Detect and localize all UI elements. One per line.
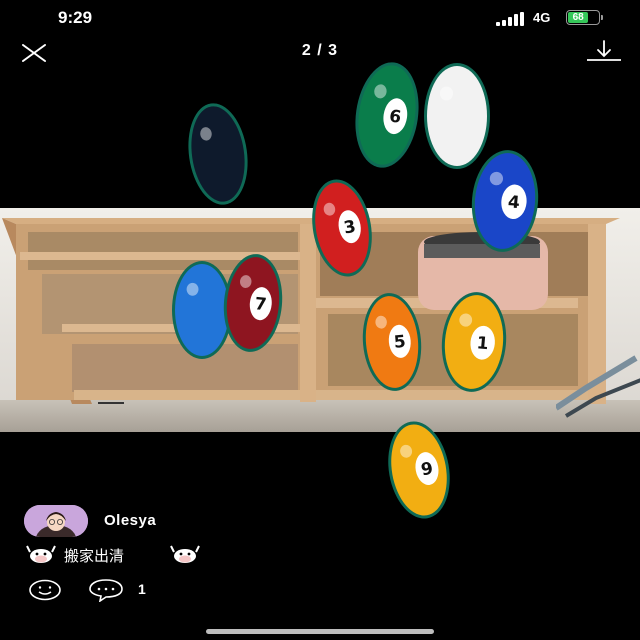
caption-text: 搬家出清 [64,548,125,565]
ball-number: 9 [420,459,435,481]
caption: 搬家出清 [26,543,326,565]
comment-icon[interactable] [88,578,124,602]
avatar[interactable] [24,505,88,537]
avatar-image [24,505,88,537]
download-icon [587,40,621,61]
battery-tip [601,15,603,20]
billiard-ball: 9 [388,421,450,519]
author-name[interactable]: Olesya [104,512,156,529]
network-type: 4G [533,10,551,25]
viewer-top-bar: 2 / 3 [0,36,640,70]
post-actions: 1 [26,575,226,603]
cow-face-icon [26,545,56,563]
photo-floor [0,400,640,432]
battery-icon: 68 [566,10,600,25]
wooden-cabinet [2,218,620,404]
home-indicator[interactable] [206,629,434,634]
billiard-ball: 6 [355,62,419,168]
image-counter: 2 / 3 [301,42,339,59]
battery-level: 68 [568,12,589,23]
download-button[interactable] [585,38,623,68]
photo[interactable] [0,208,640,432]
status-bar: 9:29 4G 68 [0,0,640,36]
status-time: 9:29 [58,8,93,27]
ball-number: 6 [388,106,403,127]
billiard-ball [424,63,490,169]
signal-icon [496,12,526,26]
cow-face-icon [170,545,200,563]
cable [556,355,640,418]
comment-count: 1 [138,581,146,597]
smile-icon[interactable] [28,579,62,601]
billiard-ball [188,103,248,205]
